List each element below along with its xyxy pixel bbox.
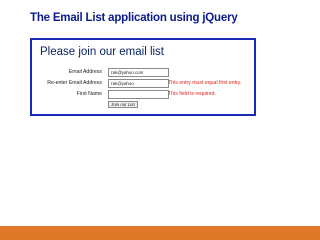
first-name-input[interactable] bbox=[108, 90, 169, 99]
verify-email-input[interactable] bbox=[108, 79, 169, 88]
form-heading: Please join our email list bbox=[40, 46, 165, 58]
footer-bar bbox=[0, 226, 320, 240]
email-label: Email Address bbox=[68, 69, 102, 75]
join-list-button[interactable]: Join our List bbox=[108, 101, 138, 108]
first-name-label: First Name bbox=[76, 91, 102, 97]
verify-email-label: Re-enter Email Address bbox=[47, 80, 102, 86]
browser-frame: Please join our email list Email Address… bbox=[30, 38, 256, 116]
form-row-first-name: First Name This field is required. bbox=[32, 90, 252, 100]
slide-title: The Email List application using jQuery bbox=[30, 12, 238, 24]
form-row-email: Email Address bbox=[32, 68, 252, 78]
verify-email-error: This entry must equal first entry. bbox=[168, 80, 242, 86]
form-row-verify-email: Re-enter Email Address This entry must e… bbox=[32, 79, 252, 89]
first-name-error: This field is required. bbox=[168, 91, 216, 97]
email-input[interactable] bbox=[108, 68, 169, 77]
